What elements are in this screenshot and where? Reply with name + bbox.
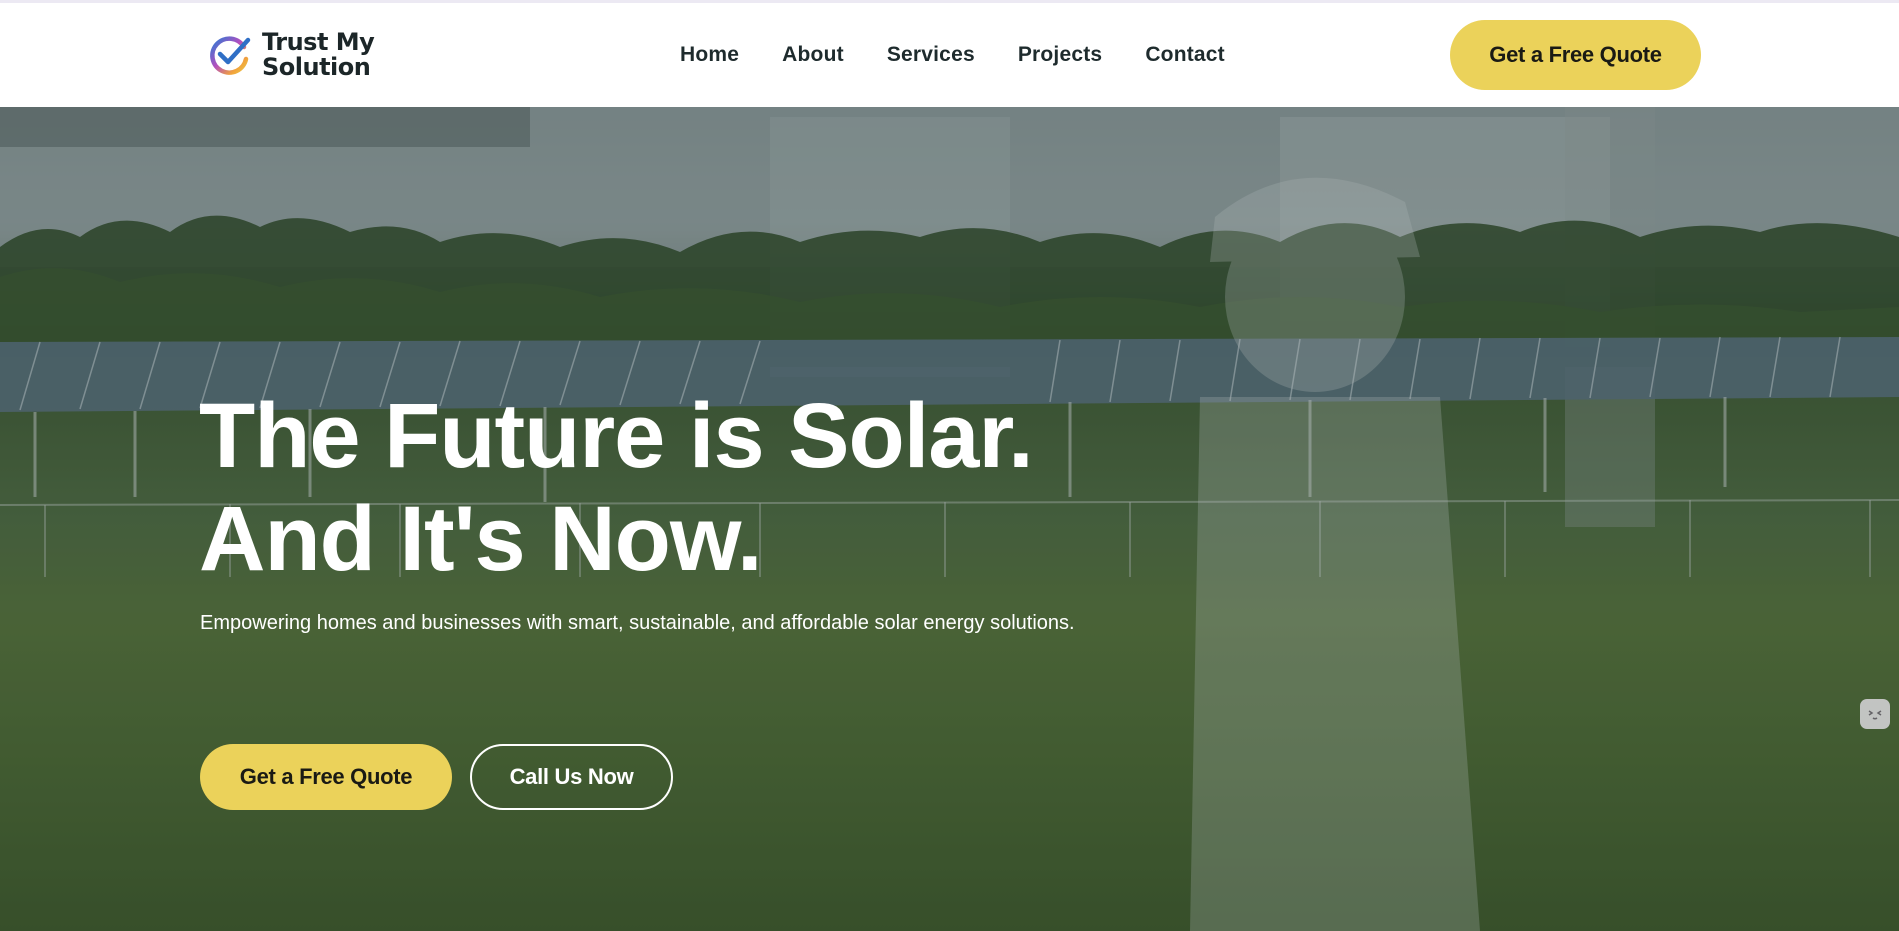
hero-headline-line2: And It's Now. (199, 488, 763, 590)
nav-link-home[interactable]: Home (680, 43, 739, 67)
logo-text-line2: Solution (262, 53, 371, 81)
nav-link-services[interactable]: Services (887, 43, 975, 67)
nav-link-about[interactable]: About (782, 43, 844, 67)
logo-text-line1: Trust My (262, 28, 375, 56)
nav-link-contact[interactable]: Contact (1145, 43, 1225, 67)
site-header: Trust My Solution Home About Services Pr… (0, 3, 1899, 107)
hero-headline: The Future is Solar. And It's Now. (199, 385, 1034, 591)
header-quote-button[interactable]: Get a Free Quote (1450, 20, 1701, 90)
nav-link-projects[interactable]: Projects (1018, 43, 1102, 67)
main-navigation: Home About Services Projects Contact (680, 43, 1225, 67)
check-circle-icon (210, 36, 251, 75)
site-logo[interactable]: Trust My Solution (208, 28, 375, 81)
chat-bot-icon[interactable] (1860, 699, 1890, 729)
chat-bot-face-icon (1868, 710, 1882, 720)
call-us-button[interactable]: Call Us Now (470, 744, 673, 810)
hero-section: The Future is Solar. And It's Now. Empow… (0, 107, 1899, 931)
hero-headline-line1: The Future is Solar. (199, 385, 1034, 487)
hero-subtitle: Empowering homes and businesses with sma… (200, 612, 1075, 634)
hero-quote-button[interactable]: Get a Free Quote (200, 744, 452, 810)
